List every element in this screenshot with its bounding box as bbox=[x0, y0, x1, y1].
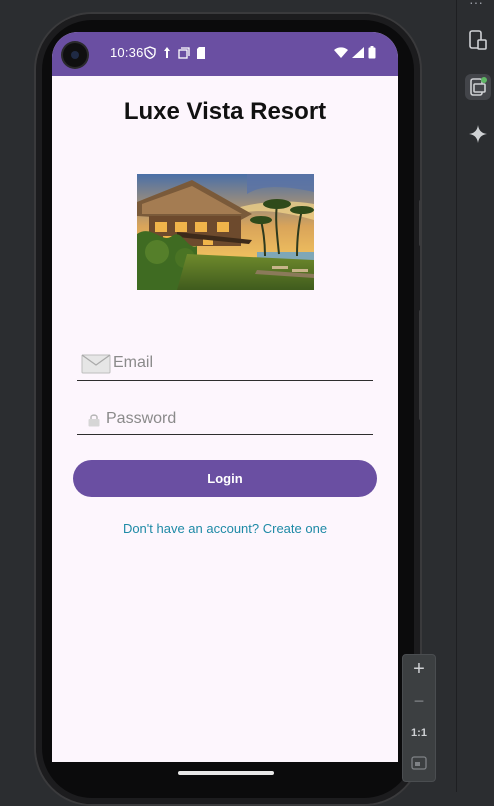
zoom-in-button[interactable]: + bbox=[403, 658, 435, 681]
more-icon[interactable]: ··· bbox=[469, 0, 483, 10]
shield-icon bbox=[144, 46, 156, 59]
wifi-icon bbox=[334, 47, 348, 58]
actual-size-button[interactable]: 1:1 bbox=[403, 727, 435, 739]
gemini-icon[interactable] bbox=[465, 121, 491, 147]
volume-button bbox=[419, 200, 422, 246]
app-screen: 10:36 Luxe Vista Resort Email Password L… bbox=[52, 32, 398, 762]
home-gesture-bar[interactable] bbox=[178, 771, 274, 775]
create-account-link[interactable]: Don't have an account? Create one bbox=[52, 521, 398, 536]
status-bar: 10:36 bbox=[52, 32, 398, 76]
resort-bungalow-image bbox=[137, 174, 314, 290]
device-manager-icon[interactable] bbox=[465, 27, 491, 53]
email-field[interactable]: Email bbox=[77, 348, 373, 381]
emulator-zoom-controls: + − 1:1 bbox=[402, 654, 436, 782]
lock-icon bbox=[88, 414, 100, 427]
sd-card-icon bbox=[197, 46, 205, 59]
app-title: Luxe Vista Resort bbox=[123, 98, 327, 125]
email-placeholder: Email bbox=[113, 354, 154, 371]
status-time: 10:36 bbox=[110, 45, 144, 60]
front-camera bbox=[63, 43, 87, 67]
battery-icon bbox=[368, 46, 376, 59]
zoom-out-button[interactable]: − bbox=[403, 691, 435, 712]
running-devices-icon[interactable] bbox=[465, 74, 491, 100]
signal-icon bbox=[352, 47, 364, 58]
location-icon bbox=[164, 47, 170, 58]
password-placeholder: Password bbox=[106, 410, 177, 427]
envelope-icon bbox=[81, 354, 111, 374]
password-field[interactable]: Password bbox=[77, 404, 373, 435]
login-button[interactable]: Login bbox=[73, 460, 377, 497]
fit-screen-icon[interactable] bbox=[403, 756, 435, 773]
copy-icon bbox=[178, 46, 190, 59]
power-button bbox=[419, 310, 422, 420]
ide-tool-strip: ··· bbox=[456, 0, 494, 792]
